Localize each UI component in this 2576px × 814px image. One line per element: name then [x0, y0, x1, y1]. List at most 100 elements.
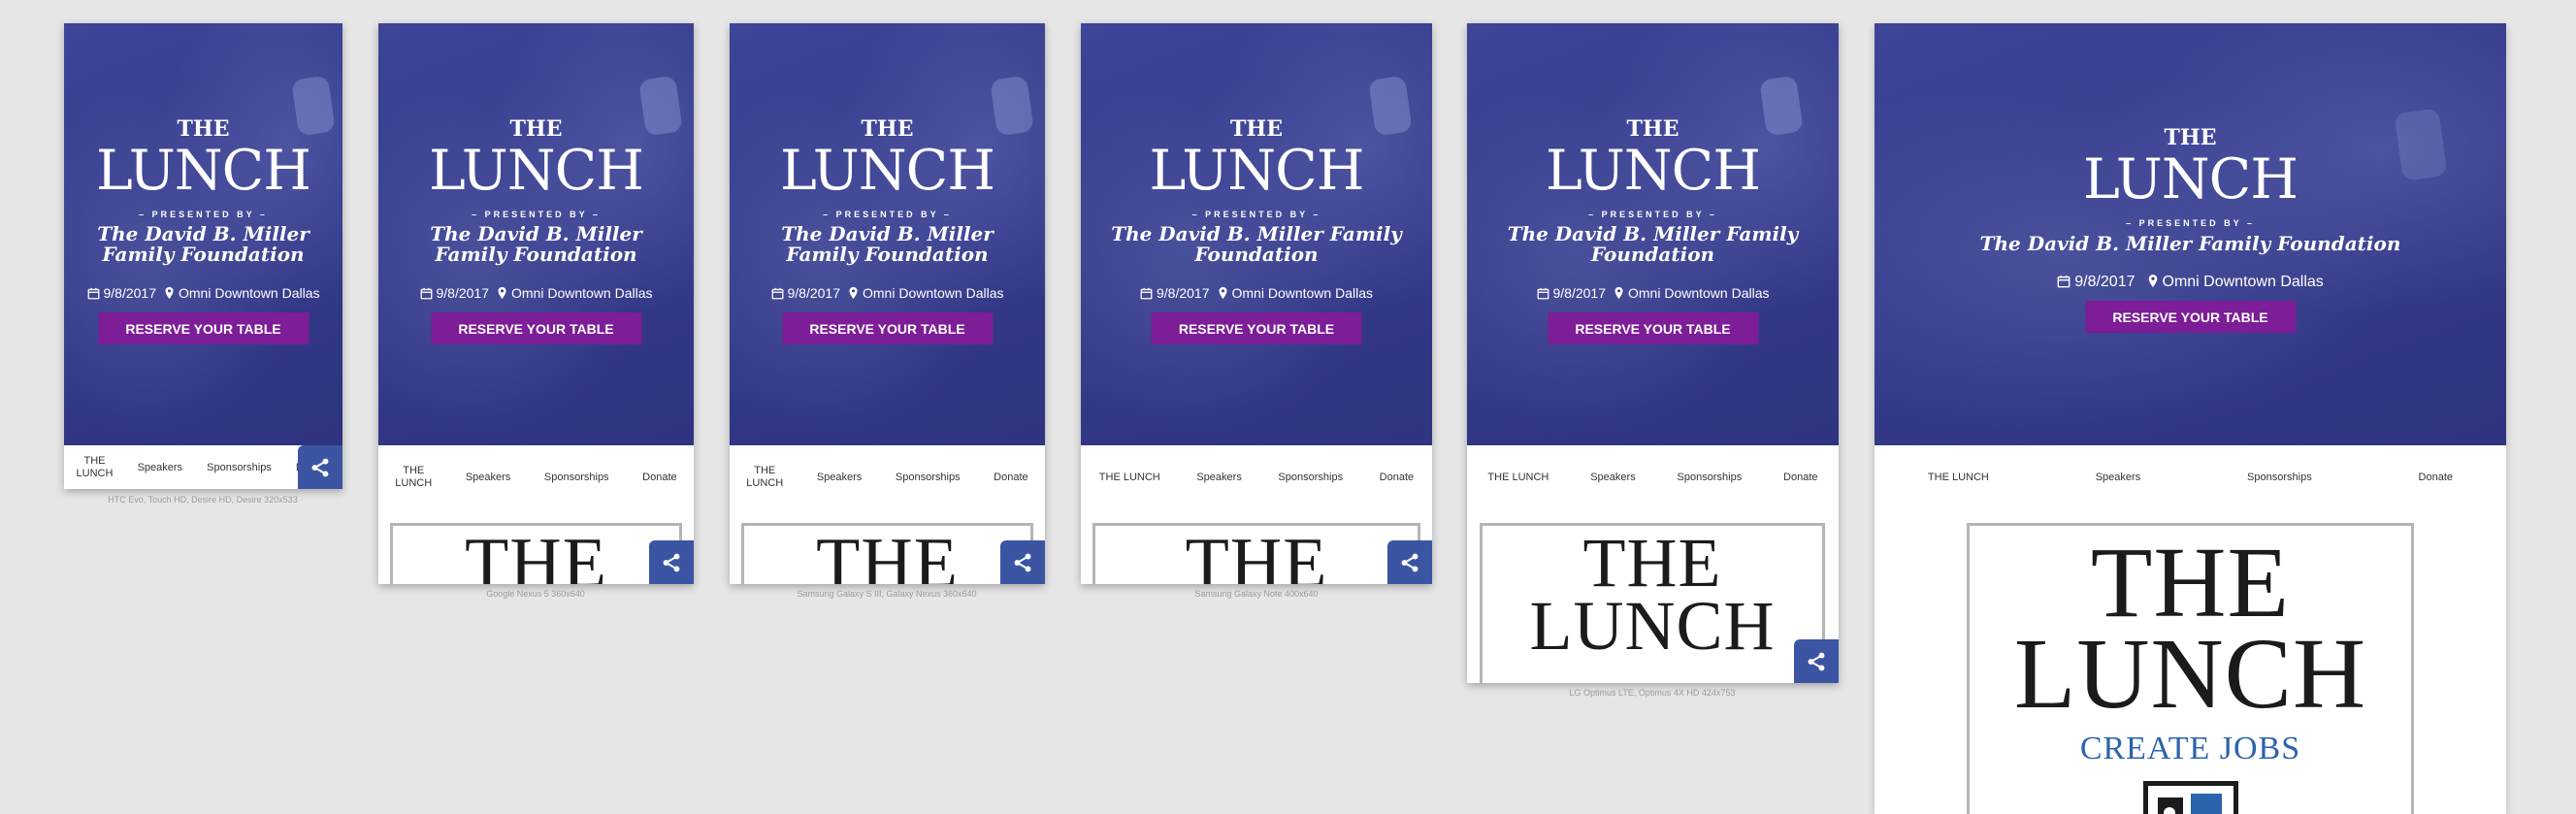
logo-card: THE [1092, 523, 1420, 584]
hero-title-lunch: LUNCH [780, 139, 995, 203]
logo-mark [2142, 781, 2238, 814]
foundation-name: The David B. Miller Family Foundation [1979, 232, 2401, 255]
presented-by-label: – PRESENTED BY – [1191, 210, 1321, 219]
nav-sponsorships-link[interactable]: Sponsorships [544, 472, 609, 483]
event-venue: Omni Downtown Dallas [1628, 285, 1770, 301]
hero-section: THE LUNCH – PRESENTED BY – The David B. … [64, 23, 342, 445]
nav-home-link[interactable]: THE LUNCH [746, 465, 783, 488]
event-info: 9/8/2017 Omni Downtown Dallas [1467, 285, 1839, 301]
hero-title-lunch: LUNCH [1149, 139, 1365, 203]
logo-card: THE [741, 523, 1033, 584]
device-preview-2: THE LUNCH – PRESENTED BY – The David B. … [378, 23, 694, 584]
nav-home-link[interactable]: THE LUNCH [1487, 472, 1549, 483]
share-button[interactable] [298, 445, 342, 489]
device-preview-3: THE LUNCH – PRESENTED BY – The David B. … [730, 23, 1045, 584]
map-pin-icon [1218, 286, 1227, 300]
nav-donate-link[interactable]: Donate [1380, 472, 1414, 483]
nav-speakers-link[interactable]: Speakers [2096, 472, 2140, 483]
share-button[interactable] [1387, 540, 1432, 584]
calendar-icon [420, 287, 432, 300]
hero-section: THE LUNCH – PRESENTED BY – The David B. … [730, 23, 1045, 445]
event-date: 9/8/2017 [1157, 285, 1210, 301]
logo-card: THE [390, 523, 682, 584]
logo-the: THE [465, 524, 607, 584]
nav-sponsorships-link[interactable]: Sponsorships [896, 472, 961, 483]
nav-sponsorships-link[interactable]: Sponsorships [1678, 472, 1743, 483]
nav-donate-link[interactable]: Donate [1783, 472, 1817, 483]
reserve-table-button[interactable]: RESERVE YOUR TABLE [1151, 312, 1362, 344]
logo-lunch: LUNCH [1529, 586, 1776, 665]
share-button[interactable] [1000, 540, 1045, 584]
hero-section: THE LUNCH – PRESENTED BY – The David B. … [378, 23, 694, 445]
device-preview-6: THE LUNCH – PRESENTED BY – The David B. … [1875, 23, 2506, 814]
nav-home-link[interactable]: THE LUNCH [77, 455, 114, 478]
reserve-table-button[interactable]: RESERVE YOUR TABLE [1548, 312, 1758, 344]
reserve-table-button[interactable]: RESERVE YOUR TABLE [98, 312, 309, 344]
hero-title-lunch: LUNCH [429, 139, 644, 203]
map-pin-icon [1614, 286, 1623, 300]
presented-by-label: – PRESENTED BY – [1588, 210, 1717, 219]
device-caption-2: Google Nexus 5 360x640 [486, 589, 585, 599]
hero-title-the: THE [509, 116, 563, 142]
map-pin-icon [849, 286, 858, 300]
foundation-name: The David B. Miller Family Foundation [781, 222, 994, 266]
hero-title-the: THE [2164, 125, 2217, 150]
nav-speakers-link[interactable]: Speakers [1196, 472, 1241, 483]
nav-home-line-1: THE [83, 455, 106, 468]
nav-home-line-1: THE [754, 465, 776, 477]
reserve-table-button[interactable]: RESERVE YOUR TABLE [782, 312, 993, 344]
nav-speakers-link[interactable]: Speakers [466, 472, 510, 483]
share-icon [1401, 553, 1418, 571]
event-date: 9/8/2017 [436, 285, 490, 301]
logo-the: THE [2090, 527, 2291, 638]
logo-lunch: LUNCH [2013, 617, 2367, 730]
presented-by-label: – PRESENTED BY – [823, 210, 952, 219]
nav-home-line-2: LUNCH [746, 476, 784, 489]
event-venue: Omni Downtown Dallas [863, 285, 1004, 301]
hero-title-the: THE [177, 116, 230, 142]
reserve-table-button[interactable]: RESERVE YOUR TABLE [2085, 301, 2296, 333]
event-date: 9/8/2017 [2074, 274, 2136, 290]
nav-sponsorships-link[interactable]: Sponsorships [1278, 472, 1343, 483]
device-caption-4: Samsung Galaxy Note 400x640 [1194, 589, 1319, 599]
nav-speakers-link[interactable]: Speakers [817, 472, 862, 483]
reserve-table-button[interactable]: RESERVE YOUR TABLE [431, 312, 641, 344]
nav-sponsorships-link[interactable]: Sponsorships [207, 462, 272, 473]
logo-the: THE [1185, 524, 1328, 584]
presented-by-label: – PRESENTED BY – [472, 210, 601, 219]
nav-home-link[interactable]: THE LUNCH [1099, 472, 1160, 483]
hero-title-the: THE [1626, 116, 1679, 142]
hero-title-lunch: LUNCH [1546, 139, 1761, 203]
foundation-name: The David B. Miller Family Foundation [1111, 222, 1402, 266]
nav-donate-link[interactable]: Donate [994, 472, 1027, 483]
calendar-icon [87, 287, 99, 300]
nav-bar: THE LUNCH Speakers Sponsorships Donate [1875, 455, 2506, 499]
nav-donate-link[interactable]: Donate [642, 472, 676, 483]
hero-title-the: THE [1230, 116, 1283, 142]
presented-by-label: – PRESENTED BY – [2126, 218, 2255, 228]
nav-bar: THE LUNCH Speakers Sponsorships Donate [1081, 455, 1432, 499]
device-preview-1: THE LUNCH – PRESENTED BY – The David B. … [64, 23, 342, 489]
device-preview-5: THE LUNCH – PRESENTED BY – The David B. … [1467, 23, 1839, 683]
nav-speakers-link[interactable]: Speakers [138, 462, 182, 473]
event-venue: Omni Downtown Dallas [1231, 285, 1374, 301]
event-info: 9/8/2017 Omni Downtown Dallas [64, 285, 342, 301]
nav-sponsorships-link[interactable]: Sponsorships [2247, 472, 2312, 483]
nav-donate-link[interactable]: Donate [2419, 472, 2453, 483]
nav-home-link[interactable]: THE LUNCH [395, 465, 432, 488]
hero-title-lunch: LUNCH [2083, 147, 2299, 212]
calendar-icon [2057, 275, 2071, 288]
map-pin-icon [2148, 274, 2157, 288]
share-button[interactable] [649, 540, 694, 584]
event-venue: Omni Downtown Dallas [2162, 274, 2324, 290]
device-preview-4: THE LUNCH – PRESENTED BY – The David B. … [1081, 23, 1432, 584]
nav-speakers-link[interactable]: Speakers [1590, 472, 1635, 483]
hero-title-lunch: LUNCH [96, 139, 311, 203]
nav-home-link[interactable]: THE LUNCH [1928, 472, 1989, 483]
event-info: 9/8/2017 Omni Downtown Dallas [1875, 274, 2506, 291]
event-info: 9/8/2017 Omni Downtown Dallas [1081, 285, 1432, 301]
share-icon [663, 553, 680, 571]
event-venue: Omni Downtown Dallas [511, 285, 653, 301]
share-button[interactable] [1794, 639, 1839, 683]
event-date: 9/8/2017 [103, 285, 157, 301]
